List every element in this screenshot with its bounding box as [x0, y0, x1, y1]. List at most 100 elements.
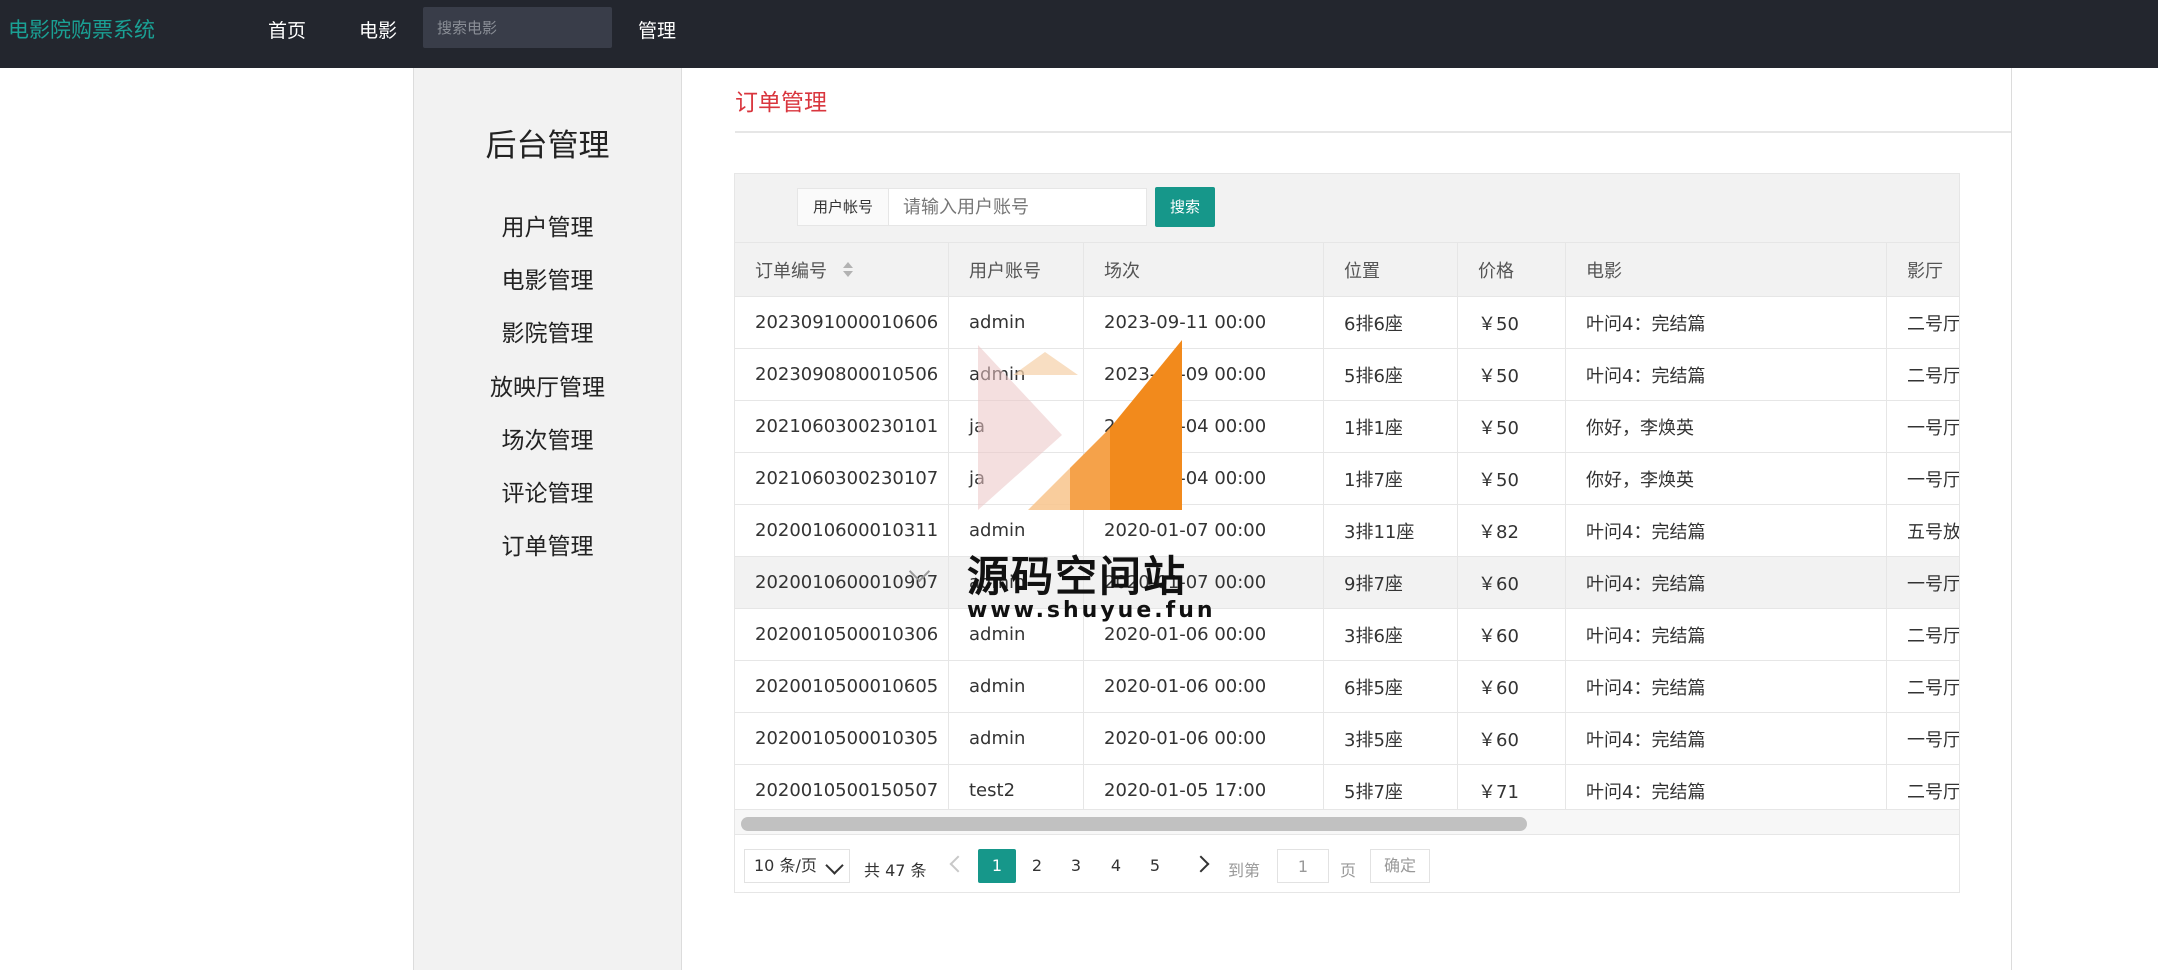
cell-hall: 二号厅 [1907, 313, 1959, 335]
content-right-border [2011, 68, 2012, 970]
goto-confirm-button[interactable]: 确定 [1370, 849, 1430, 883]
cell-order-no: 2023091000010606 [735, 297, 949, 348]
page-5-button[interactable]: 5 [1136, 849, 1174, 883]
page-size-select[interactable]: 10 条/页 [744, 849, 850, 883]
cell-session: 2020-01-06 00:00 [1084, 713, 1324, 764]
page-unit-label: 页 [1340, 861, 1357, 880]
cell-price: ￥60 [1458, 557, 1566, 608]
cell-price: ￥82 [1458, 505, 1566, 556]
cell-movie: 你好，李焕英 [1566, 401, 1887, 452]
title-divider [735, 131, 2011, 133]
cell-user-account: admin [949, 661, 1084, 712]
cell-movie: 叶问4：完结篇 [1566, 713, 1887, 764]
sidebar-item-users[interactable]: 用户管理 [414, 208, 681, 242]
cell-price: ￥50 [1458, 349, 1566, 400]
page-title: 订单管理 [735, 90, 827, 116]
cell-hall: 二号厅 [1907, 365, 1959, 387]
sidebar-item-orders[interactable]: 订单管理 [414, 527, 681, 561]
table-row[interactable]: 2023090800010506 admin 2023-09-09 00:00 … [735, 349, 1959, 401]
horizontal-scrollbar[interactable] [735, 809, 1959, 834]
cell-seat: 1排1座 [1324, 401, 1458, 452]
chevron-down-icon [825, 856, 844, 875]
prev-page-icon[interactable] [949, 855, 967, 873]
cell-movie: 叶问4：完结篇 [1566, 557, 1887, 608]
cell-movie: 叶问4：完结篇 [1566, 661, 1887, 712]
table-row[interactable]: 2020010600010311 admin 2020-01-07 00:00 … [735, 505, 1959, 557]
cell-hall: 一号厅 [1907, 417, 1959, 439]
header-cell-seat: 位置 [1324, 243, 1458, 296]
next-page-icon[interactable] [1192, 855, 1210, 873]
search-button[interactable]: 搜索 [1155, 187, 1215, 227]
orders-table-panel: 用户帐号 搜索 订单编号 用户账号 场次 位置 价格 电影 影厅 2023091… [734, 173, 1960, 893]
user-account-filter-label: 用户帐号 [797, 188, 889, 226]
cell-price: ￥60 [1458, 609, 1566, 660]
table-header: 订单编号 用户账号 场次 位置 价格 电影 影厅 [735, 242, 1959, 297]
cell-hall: 一号厅 [1907, 729, 1959, 751]
cell-user-account: admin [949, 713, 1084, 764]
page-2-button[interactable]: 2 [1018, 849, 1056, 883]
header-cell-session: 场次 [1084, 243, 1324, 296]
header-cell-price: 价格 [1458, 243, 1566, 296]
page-4-button[interactable]: 4 [1097, 849, 1135, 883]
cell-order-no: 2023090800010506 [735, 349, 949, 400]
cell-seat: 6排6座 [1324, 297, 1458, 348]
brand-logo-text[interactable]: 电影院购票系统 [8, 14, 155, 44]
cell-price: ￥50 [1458, 401, 1566, 452]
table-row[interactable]: 2021060300230101 ja 2021-06-04 00:00 1排1… [735, 401, 1959, 453]
cell-seat: 3排6座 [1324, 609, 1458, 660]
table-row[interactable]: 2021060300230107 ja 2021-06-04 00:00 1排7… [735, 453, 1959, 505]
cell-hall: 二号厅 [1907, 677, 1959, 699]
table-row[interactable]: 2020010500010605 admin 2020-01-06 00:00 … [735, 661, 1959, 713]
page-3-button[interactable]: 3 [1057, 849, 1095, 883]
cell-order-no: 2021060300230107 [735, 453, 949, 504]
cell-movie: 你好，李焕英 [1566, 453, 1887, 504]
nav-admin-link[interactable]: 管理 [638, 16, 676, 43]
nav-home-link[interactable]: 首页 [268, 16, 306, 43]
table-row[interactable]: 2020010500010305 admin 2020-01-06 00:00 … [735, 713, 1959, 765]
sidebar-item-halls[interactable]: 放映厅管理 [414, 368, 681, 402]
cell-seat: 3排11座 [1324, 505, 1458, 556]
cell-order-no: 2020010500010305 [735, 713, 949, 764]
total-count: 共 47 条 [864, 861, 927, 880]
user-account-filter-input[interactable] [889, 188, 1147, 226]
cell-hall: 一号厅 [1907, 573, 1959, 595]
table-row[interactable]: 2023091000010606 admin 2023-09-11 00:00 … [735, 297, 1959, 349]
table-toolbar: 用户帐号 搜索 [735, 174, 1959, 242]
header-cell-hall: 影厅 [1907, 260, 1943, 282]
cell-seat: 9排7座 [1324, 557, 1458, 608]
cell-movie: 叶问4：完结篇 [1566, 349, 1887, 400]
page-1-button[interactable]: 1 [978, 849, 1016, 883]
cell-order-no: 2021060300230101 [735, 401, 949, 452]
cell-order-no: 2020010500010605 [735, 661, 949, 712]
sidebar-item-movies[interactable]: 电影管理 [414, 261, 681, 295]
cell-order-no: 2020010500010306 [735, 609, 949, 660]
header-cell-movie: 电影 [1566, 243, 1887, 296]
cell-movie: 叶问4：完结篇 [1566, 505, 1887, 556]
cell-session: 2020-01-06 00:00 [1084, 661, 1324, 712]
cell-movie: 叶问4：完结篇 [1566, 297, 1887, 348]
sidebar-item-comments[interactable]: 评论管理 [414, 474, 681, 508]
goto-page-input[interactable] [1277, 849, 1329, 883]
header-cell-user-account: 用户账号 [949, 243, 1084, 296]
movie-search-input[interactable] [423, 7, 612, 48]
watermark-logo-shape [1028, 468, 1070, 510]
sort-icon[interactable] [843, 261, 853, 278]
sidebar-item-sessions[interactable]: 场次管理 [414, 421, 681, 455]
scrollbar-thumb[interactable] [741, 817, 1527, 831]
watermark-text: 源码空间站 [967, 552, 1188, 601]
header-cell-order-no[interactable]: 订单编号 [735, 243, 949, 296]
watermark-url: www.shuyue.fun [967, 598, 1216, 623]
top-navbar: 电影院购票系统 首页 电影 管理 [0, 0, 2158, 68]
nav-movies-link[interactable]: 电影 [359, 16, 397, 43]
watermark-logo [978, 340, 1182, 510]
cell-price: ￥50 [1458, 297, 1566, 348]
cell-price: ￥50 [1458, 453, 1566, 504]
watermark-logo-shape [1070, 428, 1110, 510]
cell-price: ￥60 [1458, 713, 1566, 764]
sidebar-item-cinemas[interactable]: 影院管理 [414, 314, 681, 348]
table-row[interactable]: 2020010500010306 admin 2020-01-06 00:00 … [735, 609, 1959, 661]
cell-seat: 5排6座 [1324, 349, 1458, 400]
sidebar-title: 后台管理 [485, 128, 610, 164]
cell-seat: 6排5座 [1324, 661, 1458, 712]
cell-hall: 一号厅 [1907, 469, 1959, 491]
